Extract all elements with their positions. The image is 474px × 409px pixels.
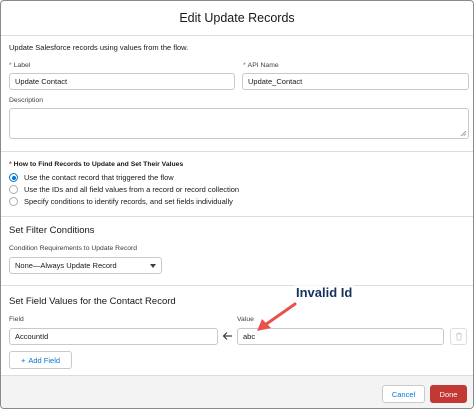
filter-section-title: Set Filter Conditions: [9, 225, 95, 236]
label-input[interactable]: Update Contact: [9, 73, 235, 90]
modal-header: Edit Update Records: [1, 1, 473, 36]
condition-requirements-select[interactable]: None—Always Update Record: [9, 257, 162, 274]
annotation-arrow-icon: [257, 302, 297, 331]
radio-unselected-icon[interactable]: [9, 197, 18, 206]
modal-footer: Cancel Done: [1, 375, 473, 408]
api-name-input[interactable]: Update_Contact: [242, 73, 469, 90]
edit-update-records-modal: Edit Update Records Update Salesforce re…: [0, 0, 474, 409]
radio-option-ids-and-values[interactable]: Use the IDs and all field values from a …: [9, 185, 239, 194]
modal-description: Update Salesforce records using values f…: [9, 43, 189, 52]
section-divider: [1, 151, 473, 152]
radio-selected-icon[interactable]: [9, 173, 18, 182]
required-marker: *: [9, 161, 12, 168]
radio-option-triggering-record[interactable]: Use the contact record that triggered th…: [9, 173, 174, 182]
api-name-field-label: * API Name: [243, 62, 279, 69]
modal-title: Edit Update Records: [179, 11, 295, 25]
trash-icon: [455, 332, 462, 341]
label-field-label: * Label: [9, 62, 31, 69]
condition-requirements-label: Condition Requirements to Update Record: [9, 245, 138, 252]
required-marker: *: [9, 62, 12, 69]
done-button[interactable]: Done: [430, 385, 467, 403]
invalid-id-annotation: Invalid Id: [294, 285, 355, 300]
section-divider: [1, 216, 473, 217]
field-select-input[interactable]: AccountId: [9, 328, 218, 345]
field-column-label: Field: [9, 316, 24, 323]
find-records-heading: * How to Find Records to Update and Set T…: [9, 161, 184, 168]
arrow-left-icon: [222, 332, 232, 340]
required-marker: *: [243, 62, 246, 69]
section-divider: [1, 285, 473, 286]
set-values-section-title: Set Field Values for the Contact Record: [9, 296, 176, 307]
cancel-button[interactable]: Cancel: [382, 385, 425, 403]
description-field-label: Description: [9, 97, 43, 104]
delete-row-button[interactable]: [450, 328, 467, 345]
radio-option-specify-conditions[interactable]: Specify conditions to identify records, …: [9, 197, 233, 206]
chevron-down-icon: [150, 263, 156, 268]
radio-unselected-icon[interactable]: [9, 185, 18, 194]
resize-handle-icon[interactable]: [460, 130, 467, 137]
add-field-button[interactable]: + Add Field: [9, 351, 72, 369]
description-textarea[interactable]: [9, 108, 469, 139]
plus-icon: +: [20, 355, 26, 365]
